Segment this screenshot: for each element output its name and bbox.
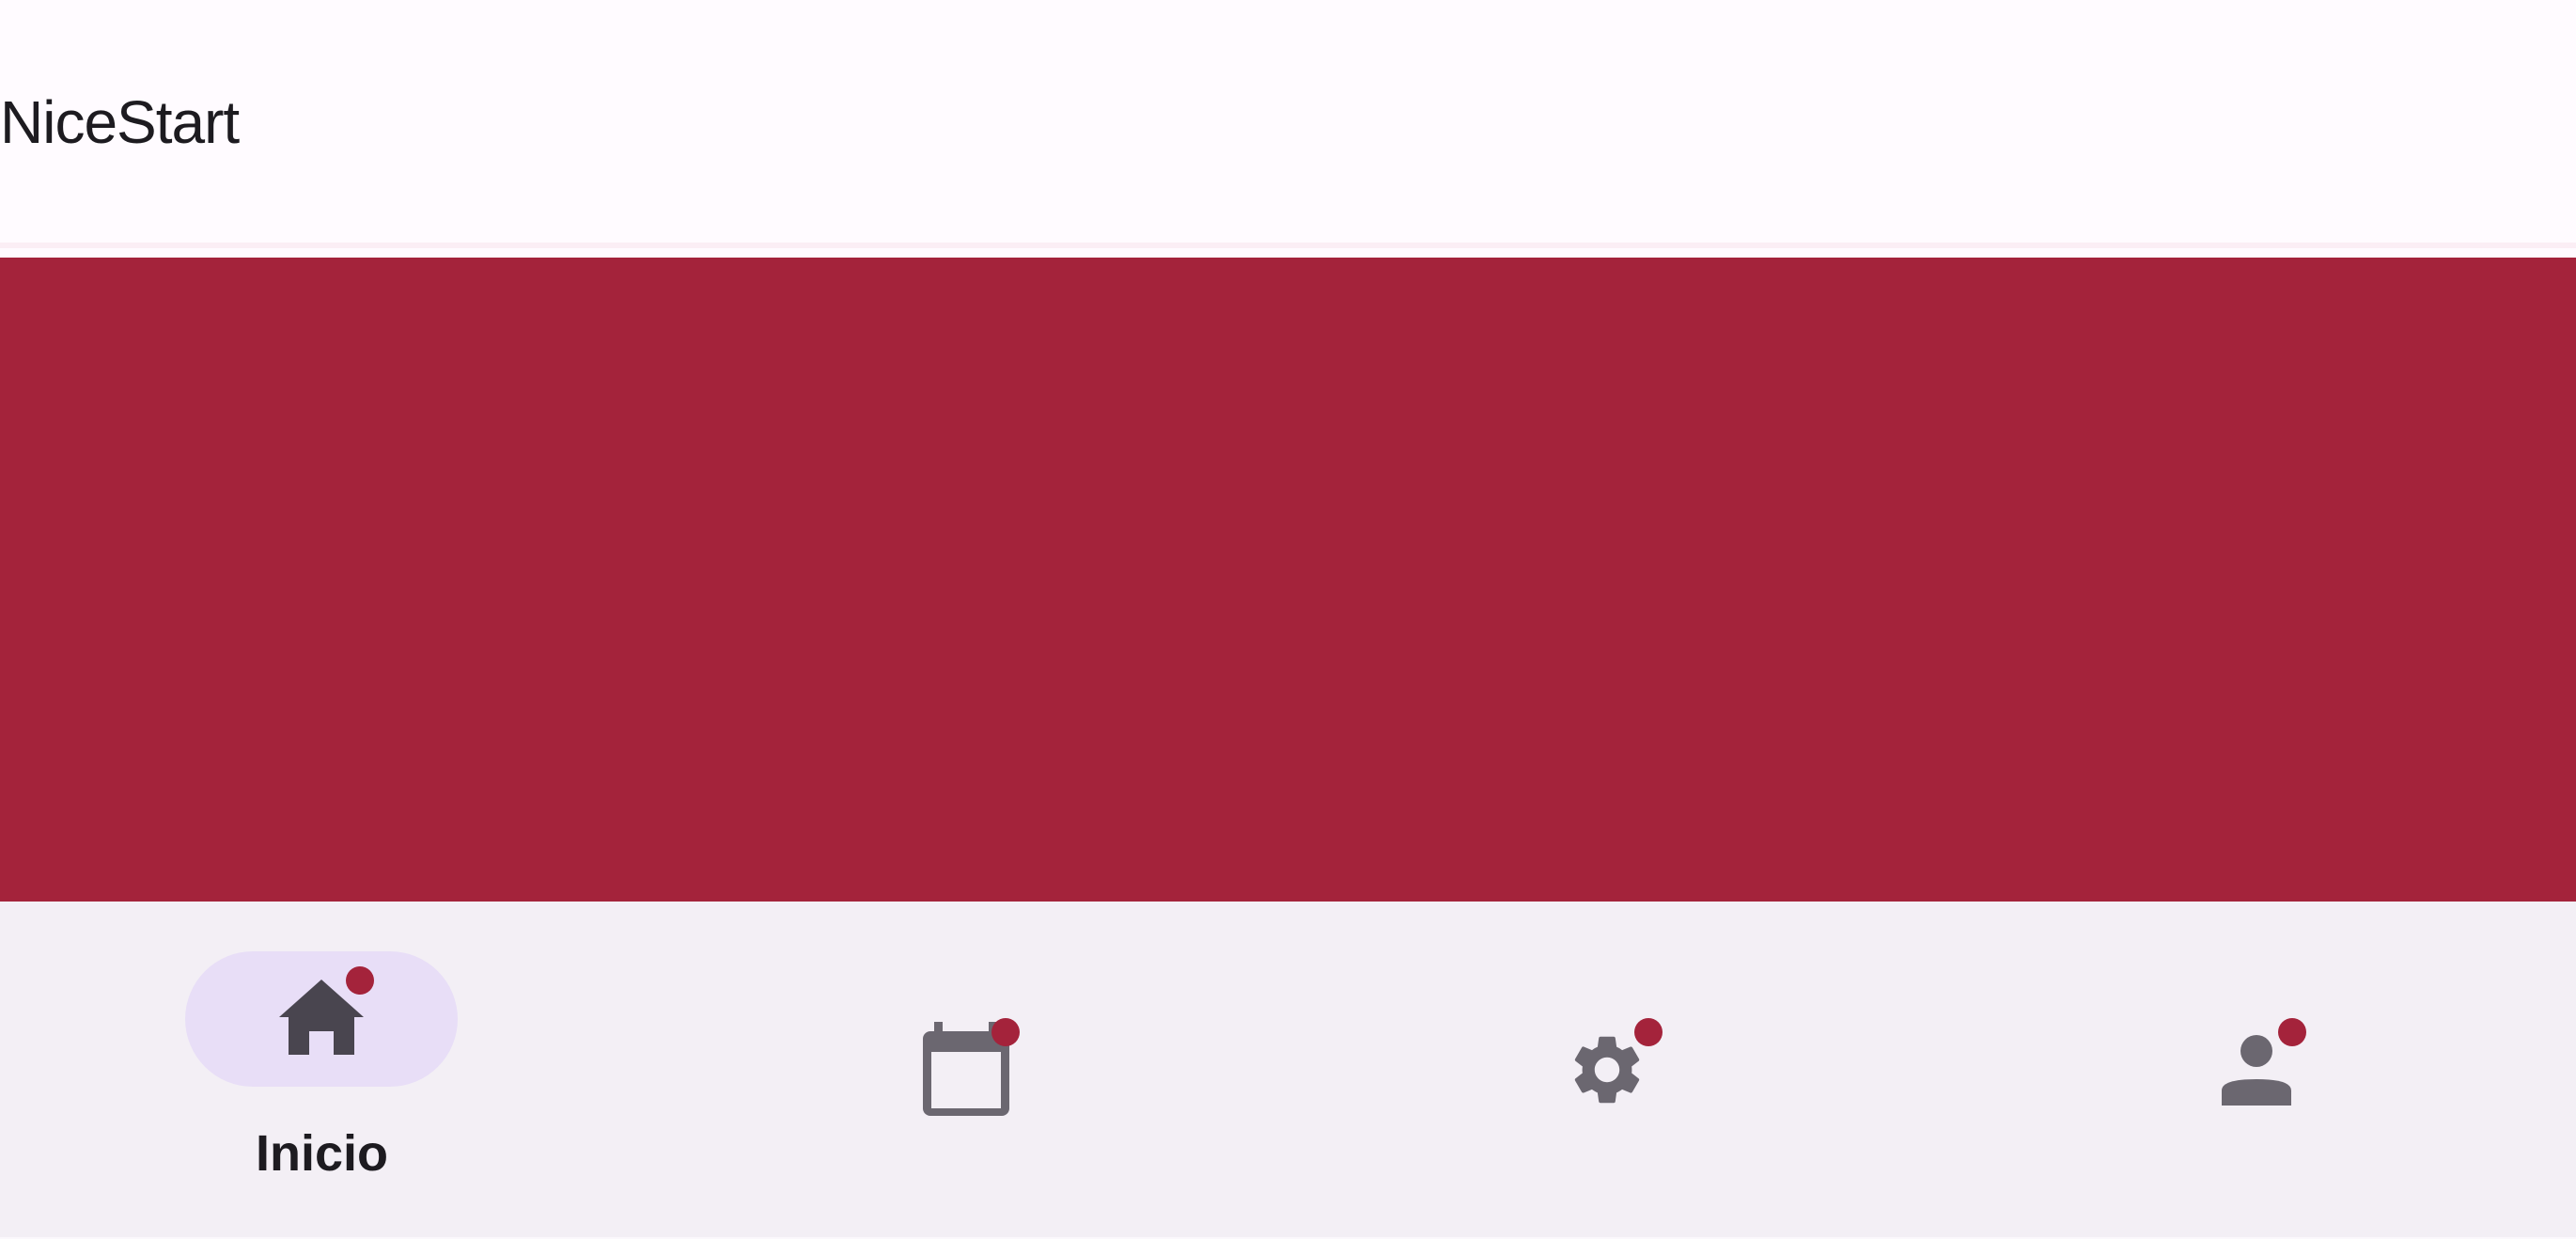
calendar-badge [991, 1018, 1020, 1046]
nav-item-profile[interactable] [1931, 902, 2575, 1239]
top-app-bar: NiceStart [0, 0, 2576, 246]
top-bar-divider [0, 243, 2576, 248]
banner [0, 258, 2576, 902]
nav-item-calendar[interactable] [644, 902, 1288, 1239]
person-icon [2222, 1035, 2291, 1106]
gear-icon [1574, 1036, 1640, 1104]
app-window: NiceStart Inicio [0, 0, 2576, 1239]
settings-badge [1634, 1018, 1663, 1046]
app-title: NiceStart [0, 88, 240, 156]
nav-label-home: Inicio [255, 1125, 388, 1182]
nav-item-settings[interactable] [1288, 902, 1931, 1239]
profile-badge [2278, 1018, 2306, 1046]
home-badge [346, 966, 374, 995]
nav-item-home[interactable]: Inicio [0, 902, 644, 1239]
bottom-navigation: Inicio [0, 902, 2576, 1239]
